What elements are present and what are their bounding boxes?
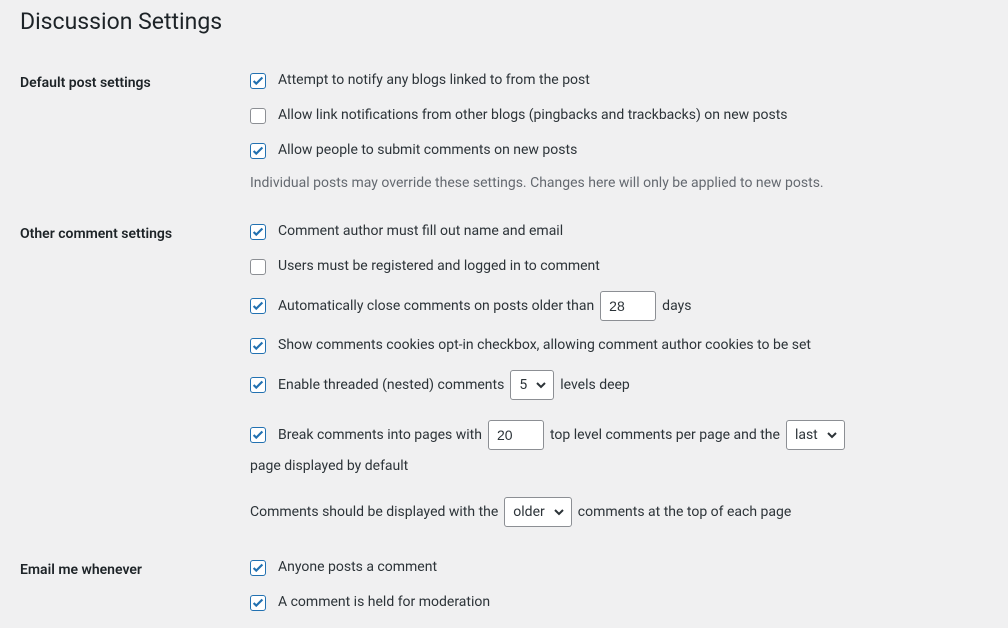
section-heading-other-comment: Other comment settings (20, 206, 240, 542)
label-notify-blogs[interactable]: Attempt to notify any blogs linked to fr… (278, 70, 590, 91)
check-icon (251, 74, 265, 88)
label-order-before: Comments should be displayed with the (250, 502, 498, 523)
label-paginate-before[interactable]: Break comments into pages with (278, 425, 482, 446)
chevron-down-icon (826, 429, 838, 441)
checkbox-anyone-posts[interactable] (250, 560, 266, 576)
label-cookies-optin[interactable]: Show comments cookies opt-in checkbox, a… (278, 335, 811, 356)
section-heading-email-me: Email me whenever (20, 542, 240, 628)
checkbox-require-name-email[interactable] (250, 224, 266, 240)
select-page-default[interactable]: last (786, 420, 845, 450)
page-title: Discussion Settings (20, 8, 988, 35)
select-threaded-value: 5 (519, 375, 527, 396)
label-allow-comments[interactable]: Allow people to submit comments on new p… (278, 140, 577, 161)
label-threaded-before[interactable]: Enable threaded (nested) comments (278, 375, 504, 396)
check-icon (251, 144, 265, 158)
checkbox-threaded[interactable] (250, 377, 266, 393)
chevron-down-icon (535, 379, 547, 391)
checkbox-notify-blogs[interactable] (250, 73, 266, 89)
select-page-default-value: last (795, 425, 818, 446)
check-icon (251, 561, 265, 575)
label-held-moderation[interactable]: A comment is held for moderation (278, 592, 490, 613)
select-comment-order-value: older (513, 502, 544, 523)
check-icon (251, 596, 265, 610)
label-paginate-mid: top level comments per page and the (550, 425, 780, 446)
check-icon (251, 225, 265, 239)
label-order-after: comments at the top of each page (578, 502, 792, 523)
select-threaded-levels[interactable]: 5 (510, 370, 554, 400)
label-threaded-after: levels deep (560, 375, 630, 396)
check-icon (251, 378, 265, 392)
checkbox-paginate[interactable] (250, 427, 266, 443)
label-anyone-posts[interactable]: Anyone posts a comment (278, 557, 437, 578)
checkbox-require-registration[interactable] (250, 259, 266, 275)
label-require-registration[interactable]: Users must be registered and logged in t… (278, 256, 600, 277)
label-auto-close-after: days (662, 296, 691, 317)
check-icon (251, 339, 265, 353)
section-heading-default-post: Default post settings (20, 55, 240, 206)
checkbox-held-moderation[interactable] (250, 595, 266, 611)
checkbox-cookies-optin[interactable] (250, 338, 266, 354)
check-icon (251, 428, 265, 442)
label-auto-close-before[interactable]: Automatically close comments on posts ol… (278, 296, 594, 317)
label-allow-pingbacks[interactable]: Allow link notifications from other blog… (278, 105, 788, 126)
checkbox-allow-pingbacks[interactable] (250, 108, 266, 124)
label-paginate-after: page displayed by default (250, 456, 408, 477)
checkbox-auto-close[interactable] (250, 298, 266, 314)
label-require-name-email[interactable]: Comment author must fill out name and em… (278, 221, 563, 242)
select-comment-order[interactable]: older (504, 497, 571, 527)
default-post-note: Individual posts may override these sett… (250, 175, 978, 191)
chevron-down-icon (553, 506, 565, 518)
input-auto-close-days[interactable] (600, 291, 656, 321)
check-icon (251, 299, 265, 313)
checkbox-allow-comments[interactable] (250, 143, 266, 159)
input-paginate-perpage[interactable] (488, 420, 544, 450)
